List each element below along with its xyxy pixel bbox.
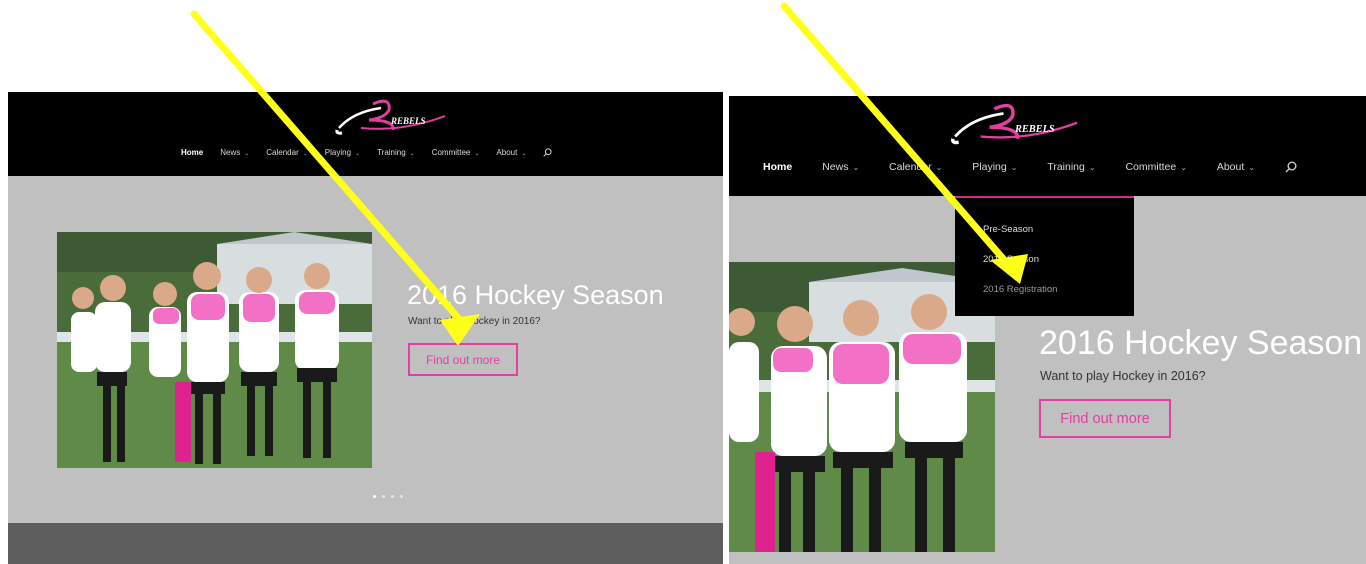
dropdown-item-2016-season[interactable]: 2016 Season	[983, 254, 1039, 265]
chevron-down-icon: ⌄	[935, 163, 943, 172]
hero-title: 2016 Hockey Season	[407, 280, 664, 310]
nav-committee[interactable]: Committee ⌄	[1125, 161, 1186, 173]
site-header: REBELS Home News ⌄ Calendar ⌄ Playing ⌄ Tra…	[8, 92, 723, 176]
playing-dropdown-menu: Pre-Season 2016 Season 2016 Registration	[955, 196, 1134, 316]
nav-committee[interactable]: Committee ⌄	[432, 148, 480, 157]
main-nav: Home News ⌄ Calendar ⌄ Playing ⌄ Training ⌄ …	[181, 148, 552, 157]
chevron-down-icon: ⌄	[1010, 163, 1018, 172]
footer-band	[8, 523, 723, 564]
svg-text:REBELS: REBELS	[1014, 124, 1055, 135]
chevron-down-icon: ⌄	[1088, 163, 1096, 172]
search-icon[interactable]	[1285, 161, 1297, 173]
nav-playing[interactable]: Playing ⌄	[325, 148, 360, 157]
nav-news[interactable]: News ⌄	[822, 161, 859, 173]
chevron-down-icon: ⌄	[852, 163, 860, 172]
slider-dot[interactable]	[391, 495, 394, 498]
team-photo	[57, 232, 372, 468]
nav-training[interactable]: Training ⌄	[377, 148, 415, 157]
chevron-down-icon: ⌄	[521, 151, 527, 157]
nav-calendar[interactable]: Calendar ⌄	[266, 148, 308, 157]
dropdown-item-2016-registration[interactable]: 2016 Registration	[983, 284, 1057, 295]
chevron-down-icon: ⌄	[302, 151, 308, 157]
dropdown-item-pre-season[interactable]: Pre-Season	[983, 224, 1033, 235]
main-nav: Home News ⌄ Calendar ⌄ Playing ⌄ Training ⌄ …	[763, 161, 1297, 173]
chevron-down-icon: ⌄	[1248, 163, 1255, 172]
search-icon[interactable]	[543, 148, 552, 157]
nav-training[interactable]: Training ⌄	[1047, 161, 1095, 173]
hero-subtitle: Want to play Hockey in 2016?	[1040, 369, 1206, 383]
hero-title: 2016 Hockey Season	[1039, 324, 1363, 362]
svg-text:REBELS: REBELS	[390, 116, 426, 126]
chevron-down-icon: ⌄	[1180, 163, 1187, 172]
website-screenshot-right: REBELS Home News ⌄ Calendar ⌄ Playing ⌄ Tra…	[729, 96, 1366, 564]
find-out-more-button[interactable]: Find out more	[408, 343, 518, 376]
nav-about[interactable]: About ⌄	[496, 148, 526, 157]
chevron-down-icon: ⌄	[474, 151, 480, 157]
website-screenshot-left: REBELS Home News ⌄ Calendar ⌄ Playing ⌄ Tra…	[8, 92, 723, 564]
site-header: REBELS Home News ⌄ Calendar ⌄ Playing ⌄ Tra…	[729, 96, 1366, 196]
slider-dot[interactable]	[373, 495, 376, 498]
rebels-logo[interactable]: REBELS	[333, 98, 449, 138]
nav-calendar[interactable]: Calendar ⌄	[889, 161, 942, 173]
rebels-logo[interactable]: REBELS	[945, 102, 1085, 148]
chevron-down-icon: ⌄	[409, 151, 415, 157]
nav-playing[interactable]: Playing ⌄	[972, 161, 1017, 173]
find-out-more-button[interactable]: Find out more	[1039, 399, 1171, 438]
slider-dots	[373, 495, 403, 498]
hero-subtitle: Want to play Hockey in 2016?	[408, 316, 541, 327]
slider-dot[interactable]	[400, 495, 403, 498]
chevron-down-icon: ⌄	[244, 151, 250, 157]
nav-home[interactable]: Home	[763, 161, 792, 173]
chevron-down-icon: ⌄	[355, 151, 361, 157]
nav-about[interactable]: About ⌄	[1217, 161, 1255, 173]
slider-dot[interactable]	[382, 495, 385, 498]
nav-news[interactable]: News ⌄	[220, 148, 249, 157]
nav-home[interactable]: Home	[181, 148, 203, 157]
